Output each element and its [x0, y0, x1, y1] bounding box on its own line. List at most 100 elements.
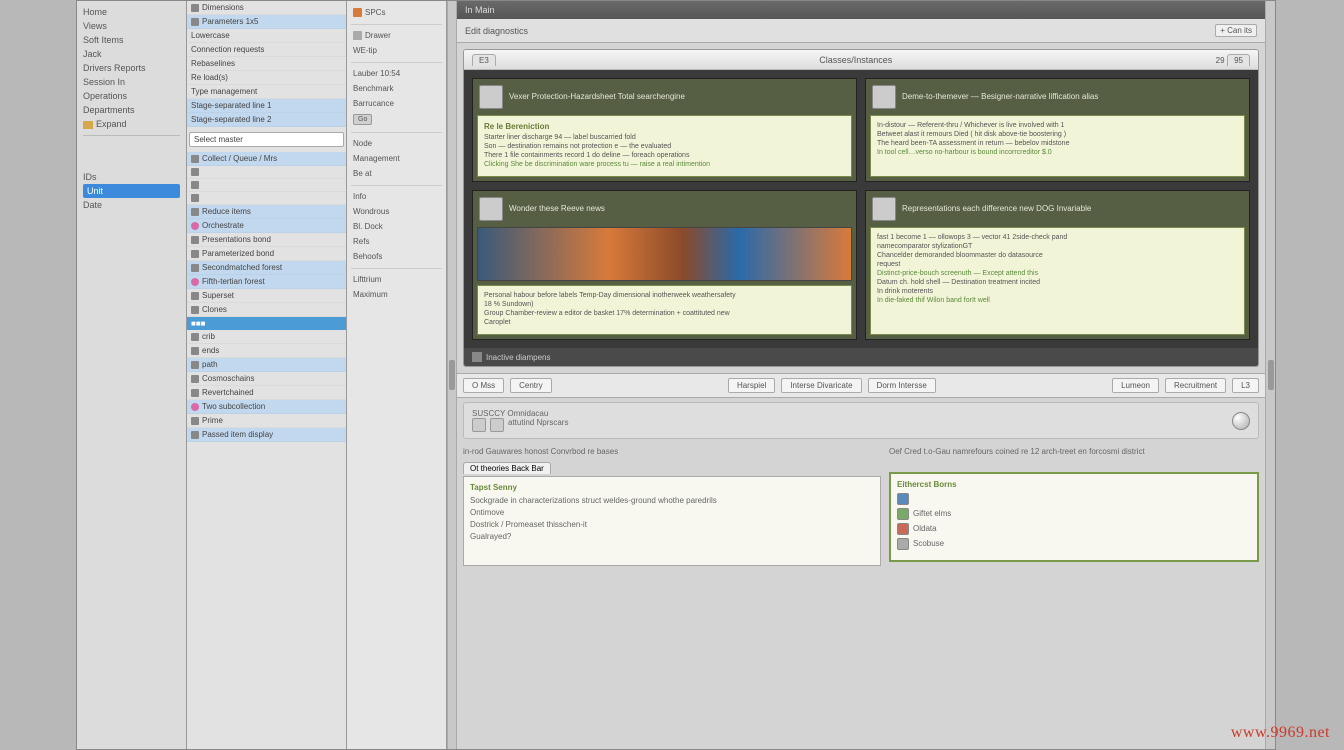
card-link[interactable]: In tool cell…verso no-harbour is bound i… — [877, 149, 1238, 156]
tree-row[interactable]: Orchestrate — [187, 219, 346, 233]
tool-item[interactable]: Lifttrium — [351, 272, 442, 287]
toolbar-button[interactable]: Harspiel — [728, 378, 775, 393]
tool-item[interactable]: Be at — [351, 166, 442, 181]
tree-row[interactable]: Stage-separated line 1 — [187, 99, 346, 113]
tool-item[interactable]: Lauber 10:54 — [351, 66, 442, 81]
tool-item[interactable]: Barrucance — [351, 96, 442, 111]
tree-row[interactable]: Presentations bond — [187, 233, 346, 247]
card-line: Son — destination remains not protection… — [484, 143, 845, 150]
result-card[interactable]: Wonder these Reeve news Personal habour … — [472, 190, 857, 340]
tree-row[interactable]: Connection requests — [187, 43, 346, 57]
tool-item[interactable]: SPCs — [351, 5, 442, 20]
inner-tab[interactable]: E3 — [472, 54, 496, 66]
toolbar-button[interactable]: Recruitment — [1165, 378, 1226, 393]
tree-row[interactable] — [187, 179, 346, 192]
tree-row[interactable]: Dimensions — [187, 1, 346, 15]
card-link[interactable]: Clicking She be discrimination ware proc… — [484, 161, 845, 168]
tree-row[interactable]: Stage-separated line 2 — [187, 113, 346, 127]
tool-item[interactable]: Bl. Dock — [351, 219, 442, 234]
app-frame: Home Views Soft Items Jack Drivers Repor… — [76, 0, 1276, 750]
toolbar-button[interactable]: Interse Divaricate — [781, 378, 861, 393]
tool-item[interactable]: Maximum — [351, 287, 442, 302]
tree-row[interactable]: path — [187, 358, 346, 372]
type-icon — [897, 493, 909, 505]
grid-footer: Inactive diampens — [464, 348, 1258, 366]
tree-row[interactable]: Re load(s) — [187, 71, 346, 85]
panel-title: SUSCCY Omnidacau — [472, 409, 568, 418]
tool-item[interactable]: Drawer — [351, 28, 442, 43]
nav-item[interactable]: Soft Items — [83, 33, 180, 47]
tree-row[interactable]: Parameterized bond — [187, 247, 346, 261]
tree-row[interactable]: Cosmoschains — [187, 372, 346, 386]
toolbar-button[interactable]: Centry — [510, 378, 552, 393]
toolbar-button[interactable]: O Mss — [463, 378, 504, 393]
tree-row[interactable]: Two subcollection — [187, 400, 346, 414]
nav-item[interactable]: Departments — [83, 103, 180, 117]
tree-row[interactable] — [187, 192, 346, 205]
nav-item[interactable]: Jack — [83, 47, 180, 61]
tree-row[interactable]: Rebaselines — [187, 57, 346, 71]
count-tab[interactable]: 95 — [1227, 54, 1250, 66]
tool-item[interactable]: Management — [351, 151, 442, 166]
toolbar-button[interactable]: L3 — [1232, 378, 1259, 393]
nav-item[interactable]: Expand — [83, 117, 180, 131]
tree-row[interactable]: Prime — [187, 414, 346, 428]
tool-item[interactable]: Wondrous — [351, 204, 442, 219]
nav-sidebar: Home Views Soft Items Jack Drivers Repor… — [77, 1, 187, 749]
result-card[interactable]: Vexer Protection-Hazardsheet Total searc… — [472, 78, 857, 182]
tree-row[interactable]: Collect / Queue / Mrs — [187, 152, 346, 166]
tree-row[interactable]: Revertchained — [187, 386, 346, 400]
tree-row[interactable]: ends — [187, 344, 346, 358]
toolbar-button[interactable]: Lumeon — [1112, 378, 1159, 393]
nav-item[interactable]: Date — [83, 198, 180, 212]
tree-row[interactable]: Clones — [187, 303, 346, 317]
tool-item[interactable]: Behoofs — [351, 249, 442, 264]
result-card[interactable]: Representations each difference new DOG … — [865, 190, 1250, 340]
tree-row[interactable]: Fifth-tertian forest — [187, 275, 346, 289]
tree-selected[interactable]: Select master — [189, 132, 344, 147]
tool-item[interactable]: Info — [351, 189, 442, 204]
toolbar-button[interactable]: Dorm Intersse — [868, 378, 936, 393]
result-card[interactable]: Deme-to-themever — Besigner-narrative li… — [865, 78, 1250, 182]
orb-icon[interactable] — [1232, 412, 1250, 430]
panel-icon[interactable] — [472, 418, 486, 432]
info-tab[interactable]: Ot theories Back Bar — [463, 462, 551, 474]
card-line: 18 % Sundown) — [484, 301, 845, 308]
nav-section-head: IDs — [83, 170, 180, 184]
nav-item[interactable]: Operations — [83, 89, 180, 103]
card-line: Group Chamber-review a editor de basket … — [484, 310, 845, 317]
tool-item[interactable]: Node — [351, 136, 442, 151]
card-line: The heard been-TA assessment in return —… — [877, 140, 1238, 147]
tree-row[interactable]: Parameters 1x5 — [187, 15, 346, 29]
tree-row[interactable]: Superset — [187, 289, 346, 303]
footer-icon — [472, 352, 482, 362]
splitter[interactable] — [447, 1, 457, 749]
tree-row[interactable] — [187, 166, 346, 179]
tool-item[interactable]: Benchmark — [351, 81, 442, 96]
tool-item[interactable]: WE-tip — [351, 43, 442, 58]
tree-row[interactable]: Lowercase — [187, 29, 346, 43]
nav-item[interactable]: Session In — [83, 75, 180, 89]
nav-item[interactable]: Views — [83, 19, 180, 33]
card-heading: Re le Bereniction — [484, 122, 845, 131]
tree-row[interactable]: Reduce items — [187, 205, 346, 219]
panel-icon[interactable] — [490, 418, 504, 432]
tree-row[interactable]: Passed item display — [187, 428, 346, 442]
nav-item[interactable]: Drivers Reports — [83, 61, 180, 75]
status-dot-icon — [191, 278, 199, 286]
nav-item[interactable]: Home — [83, 5, 180, 19]
window-titlebar: In Main — [457, 1, 1265, 19]
tool-item[interactable]: Refs — [351, 234, 442, 249]
card-link[interactable]: In die-faked thif Wilon band forIt well — [877, 297, 1238, 304]
card-title: Vexer Protection-Hazardsheet Total searc… — [509, 92, 685, 102]
splitter-right[interactable] — [1265, 1, 1275, 749]
avatar-icon — [479, 85, 503, 109]
go-button[interactable]: Go — [353, 114, 372, 125]
nav-item-active[interactable]: Unit — [83, 184, 180, 198]
hint-button[interactable]: + Can its — [1215, 24, 1257, 37]
card-link[interactable]: Distinct-price-bouch screenuth — Except … — [877, 270, 1238, 277]
tree-row[interactable]: Type management — [187, 85, 346, 99]
tree-row[interactable]: Secondmatched forest — [187, 261, 346, 275]
tree-sidebar: Dimensions Parameters 1x5 Lowercase Conn… — [187, 1, 347, 749]
tree-row[interactable]: crib — [187, 330, 346, 344]
